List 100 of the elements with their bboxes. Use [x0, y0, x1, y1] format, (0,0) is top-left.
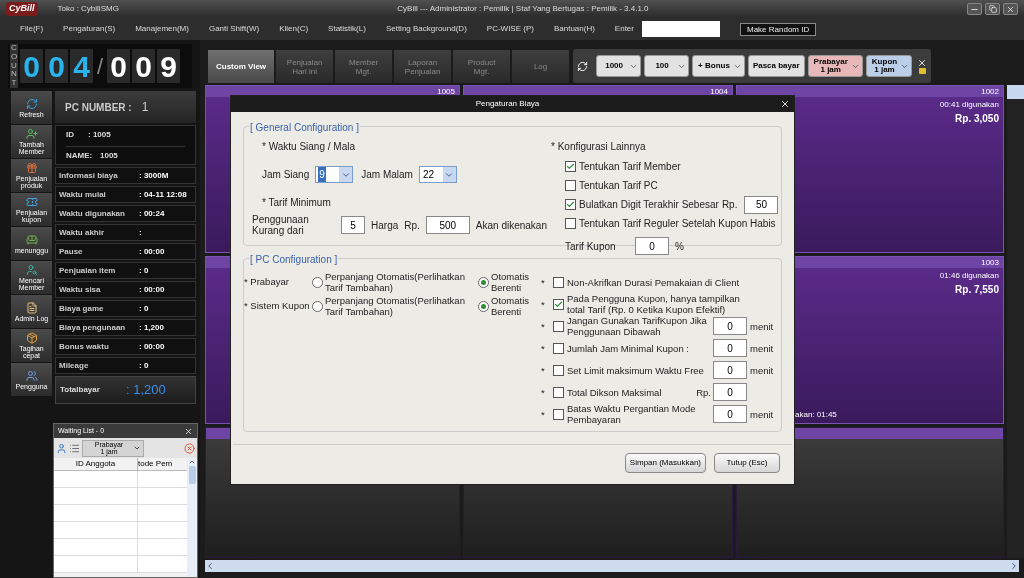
- tab[interactable]: Member Mgt.: [335, 50, 393, 83]
- tab[interactable]: Penjualan Hari ini: [276, 50, 334, 83]
- radio-label: Perpanjang Otomatis(Perlihatkan Tarif Tambahan): [325, 295, 466, 317]
- bullet: *: [541, 320, 546, 332]
- tab[interactable]: Log: [512, 50, 570, 83]
- restore-button[interactable]: [985, 3, 1000, 15]
- dropdown-button[interactable]: 1000: [596, 55, 642, 77]
- store-name: Toko : CybillSMG: [57, 3, 119, 15]
- pc-number: 1: [141, 99, 149, 116]
- dropdown-button[interactable]: + Bonus: [692, 55, 745, 77]
- dialog-button[interactable]: Simpan (Masukkan): [624, 453, 706, 473]
- option-label: Tentukan Tarif Member: [579, 160, 681, 174]
- amount-field[interactable]: 0: [713, 383, 747, 401]
- day-hour-select[interactable]: 9: [315, 166, 354, 183]
- checkbox[interactable]: [553, 386, 564, 398]
- scrollbar-thumb[interactable]: [1007, 85, 1024, 99]
- close-icon[interactable]: [184, 426, 193, 436]
- radio-button[interactable]: [312, 300, 323, 312]
- unit-label: menit: [750, 320, 774, 332]
- menu-item[interactable]: Pengaturan(S): [63, 23, 116, 35]
- option-label: Bulatkan Digit Terakhir Sebesar: [579, 198, 719, 212]
- action-button[interactable]: Pasca bayar: [747, 55, 805, 77]
- price-field[interactable]: 500: [425, 216, 470, 234]
- counter-digit: 0: [45, 49, 68, 83]
- minimize-button[interactable]: [967, 3, 982, 15]
- coupon-rate-field[interactable]: 0: [635, 237, 669, 255]
- total-value: : 1,200: [126, 381, 166, 400]
- info-value: :: [139, 226, 142, 239]
- checkbox[interactable]: [553, 276, 564, 288]
- menu-item[interactable]: Ganti Shift(W): [208, 23, 260, 35]
- checkbox[interactable]: [553, 408, 564, 420]
- dropdown-button[interactable]: Kupon 1 jam: [865, 55, 913, 77]
- amount-field[interactable]: 0: [713, 405, 747, 423]
- option-label: Tentukan Tarif PC: [579, 179, 658, 193]
- scroll-up-icon[interactable]: [188, 458, 196, 466]
- close-icon[interactable]: [780, 99, 790, 109]
- radio-button[interactable]: [478, 300, 489, 312]
- scrollbar-thumb[interactable]: [188, 466, 196, 484]
- info-label: Penjualan item: [59, 264, 117, 277]
- list-icon[interactable]: [69, 442, 80, 454]
- tab[interactable]: Laporan Penjualan: [394, 50, 452, 83]
- column-header[interactable]: tode Pem: [138, 458, 187, 470]
- vertical-scrollbar[interactable]: [187, 458, 197, 577]
- checkbox[interactable]: [553, 342, 564, 354]
- make-random-id-button[interactable]: Make Random ID: [739, 22, 817, 36]
- minutes-field[interactable]: 5: [341, 216, 365, 234]
- checkbox[interactable]: [553, 320, 564, 332]
- amount-field[interactable]: 0: [713, 317, 747, 335]
- vertical-scrollbar[interactable]: [1007, 85, 1024, 558]
- scroll-left-icon[interactable]: [205, 561, 215, 571]
- unit-label: menit: [750, 364, 774, 376]
- name-value: 1005: [100, 149, 118, 162]
- usage-time: 01:46 digunakan: [939, 270, 1000, 282]
- checkbox[interactable]: [565, 199, 576, 210]
- tab[interactable]: Custom View: [208, 50, 275, 83]
- ticket-icon: [25, 196, 38, 208]
- dropdown-button[interactable]: Prabayar 1 jam: [807, 55, 863, 77]
- menu-item[interactable]: Manajemen(M): [135, 23, 189, 35]
- delete-icon[interactable]: [184, 442, 195, 454]
- checkbox[interactable]: [565, 180, 576, 191]
- price: Rp. 3,050: [955, 112, 1000, 126]
- menu-item[interactable]: Setting Background(D): [385, 23, 467, 35]
- checkbox[interactable]: [565, 161, 576, 172]
- menu-item[interactable]: File(F): [20, 23, 44, 35]
- counter-digit: 0: [132, 49, 156, 83]
- close-button[interactable]: [1003, 3, 1018, 15]
- menu-item[interactable]: Klien(C): [279, 23, 309, 35]
- close-icon[interactable]: [917, 58, 928, 68]
- lock-icon[interactable]: [918, 68, 926, 74]
- bullet: *: [541, 342, 546, 354]
- night-hour-select[interactable]: 22: [418, 166, 457, 183]
- dropdown-button[interactable]: 100: [644, 55, 690, 77]
- pc-number: 1002: [981, 86, 999, 97]
- amount-field[interactable]: 0: [713, 339, 747, 357]
- scroll-right-icon[interactable]: [1009, 561, 1019, 571]
- horizontal-scrollbar[interactable]: [205, 560, 1019, 572]
- radio-button[interactable]: [312, 276, 323, 288]
- currency-label: Rp.: [404, 218, 420, 233]
- dialog-button[interactable]: Tutup (Esc): [714, 453, 780, 473]
- menu-item[interactable]: Statistik(L): [328, 23, 366, 35]
- refresh-icon[interactable]: [577, 60, 589, 72]
- enter-field[interactable]: [641, 21, 720, 37]
- info-value: : 00:00: [139, 340, 165, 353]
- info-label: Waktu akhir: [59, 226, 106, 239]
- radio-label: Perpanjang Otomatis(Perlihatkan Tarif Tambahan): [325, 271, 466, 293]
- person-icon[interactable]: [56, 442, 67, 454]
- checkbox[interactable]: [553, 298, 564, 310]
- radio-button[interactable]: [478, 276, 489, 288]
- amount-field[interactable]: 0: [713, 361, 747, 379]
- tile-note: akan: 01:45: [795, 409, 838, 421]
- menu-item[interactable]: PC-WISE (P): [486, 23, 534, 35]
- column-header[interactable]: ID Anggota: [54, 458, 138, 470]
- checkbox[interactable]: [553, 364, 564, 376]
- amount-field[interactable]: 50: [744, 195, 779, 214]
- menu-item[interactable]: Bantuan(H): [553, 23, 595, 35]
- tab[interactable]: Product Mgt.: [453, 50, 511, 83]
- option-label: Batas Waktu Pergantian Mode Pembayaran: [567, 403, 697, 425]
- person-search-icon: [25, 264, 38, 276]
- gift-icon: [25, 162, 38, 174]
- checkbox[interactable]: [565, 218, 576, 229]
